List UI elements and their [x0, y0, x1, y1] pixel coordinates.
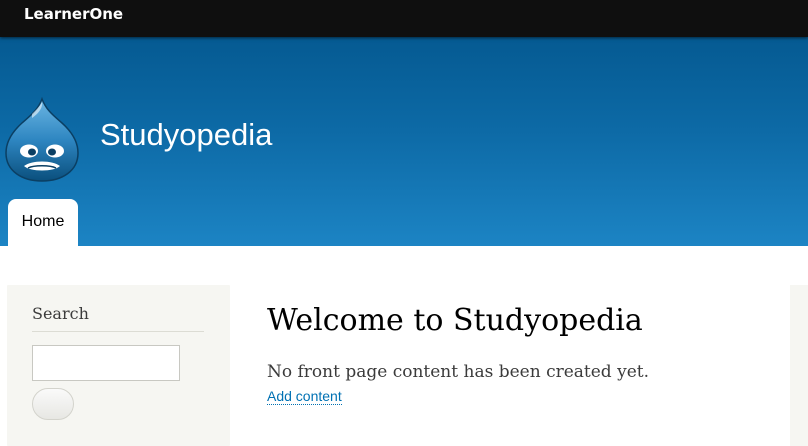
search-input[interactable]: [32, 345, 180, 381]
add-content-link[interactable]: Add content: [267, 388, 342, 405]
divider: [32, 331, 204, 332]
page-title: Welcome to Studyopedia: [267, 303, 643, 338]
toolbar-user-link[interactable]: LearnerOne: [24, 5, 123, 23]
site-name-link[interactable]: Studyopedia: [100, 117, 272, 153]
right-sidebar-edge: [790, 285, 808, 446]
search-button[interactable]: [32, 388, 74, 420]
empty-front-page-message: No front page content has been created y…: [267, 362, 649, 382]
admin-toolbar: LearnerOne: [0, 0, 808, 37]
drupal-drop-icon[interactable]: [2, 96, 82, 182]
tab-home[interactable]: Home: [8, 199, 78, 246]
sidebar-search-block: Search: [7, 285, 230, 446]
search-block-title: Search: [32, 304, 89, 323]
site-header: Studyopedia Home: [0, 37, 808, 246]
